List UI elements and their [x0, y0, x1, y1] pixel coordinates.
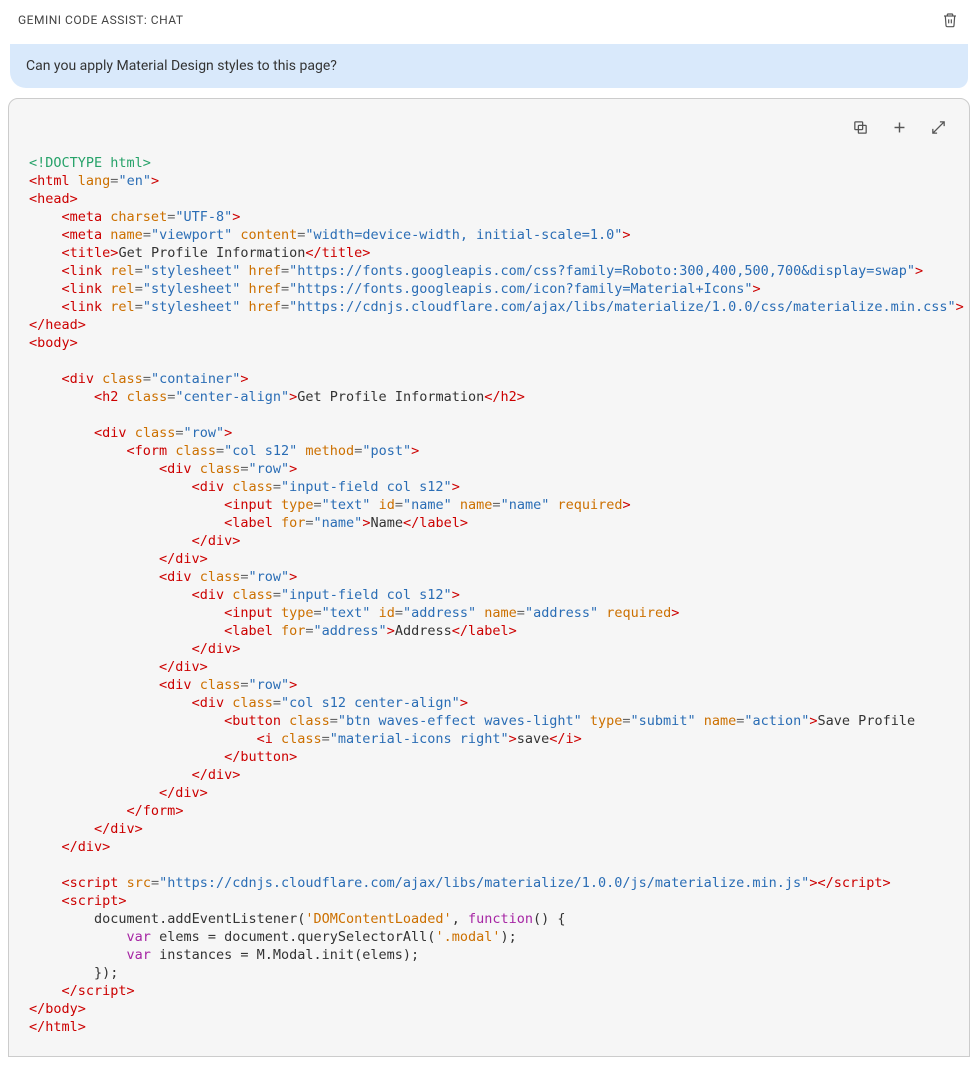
panel-title: GEMINI CODE ASSIST: CHAT — [18, 13, 184, 27]
copy-icon — [852, 119, 869, 136]
user-message-bubble: Can you apply Material Design styles to … — [10, 44, 968, 88]
panel-header: GEMINI CODE ASSIST: CHAT — [0, 0, 972, 38]
expand-icon — [930, 119, 947, 136]
trash-icon — [942, 12, 958, 28]
expand-code-button[interactable] — [928, 117, 949, 138]
insert-code-button[interactable] — [889, 117, 910, 138]
copy-code-button[interactable] — [850, 117, 871, 138]
code-toolbar — [9, 99, 969, 138]
assistant-code-block: <!DOCTYPE html> <html lang="en"> <head> … — [8, 98, 970, 1057]
clear-chat-button[interactable] — [940, 10, 960, 30]
code-content: <!DOCTYPE html> <html lang="en"> <head> … — [9, 138, 969, 1056]
user-message-text: Can you apply Material Design styles to … — [26, 58, 337, 74]
plus-icon — [891, 119, 908, 136]
